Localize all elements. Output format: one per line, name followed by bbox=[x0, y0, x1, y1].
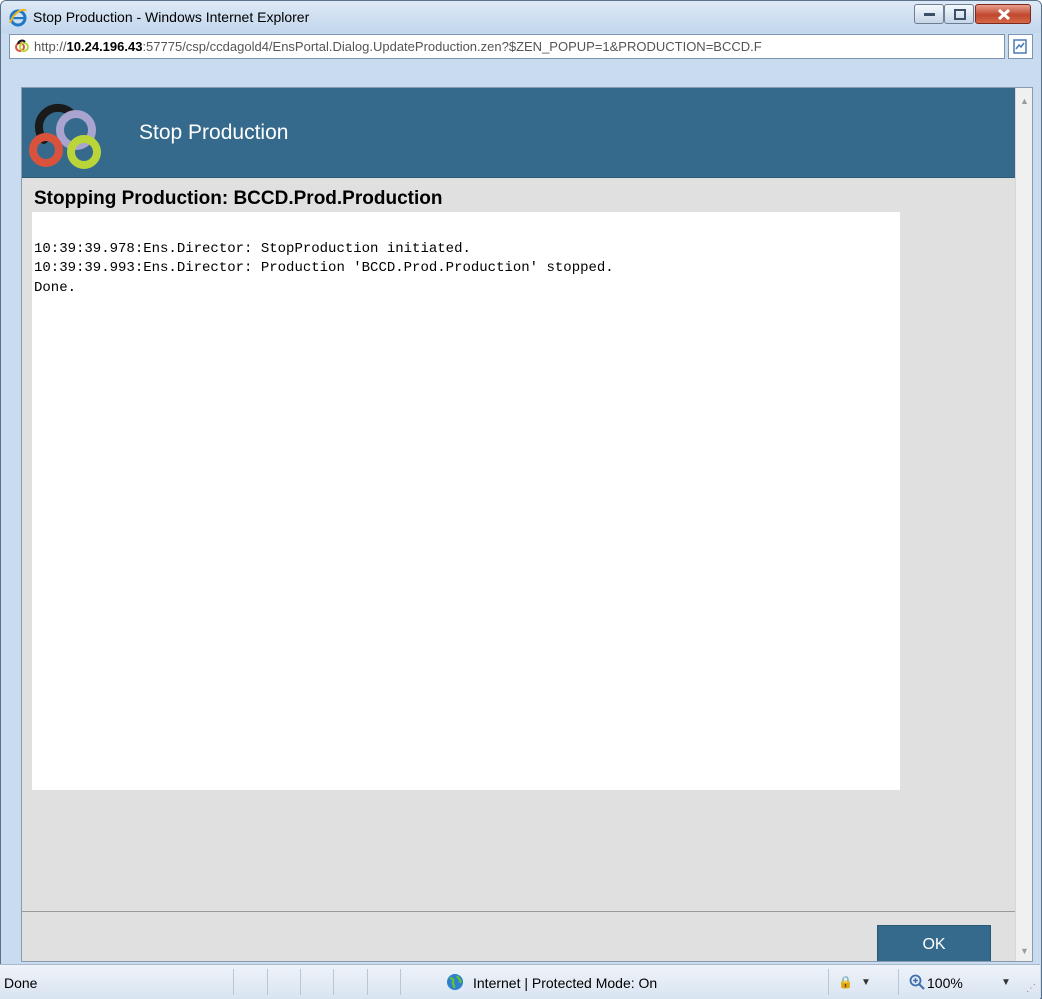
status-divider bbox=[233, 969, 234, 995]
security-zone-text[interactable]: Internet | Protected Mode: On bbox=[473, 975, 657, 991]
address-bar[interactable]: http://10.24.196.43:57775/csp/ccdagold4/… bbox=[9, 34, 1005, 59]
url-host: 10.24.196.43 bbox=[66, 39, 143, 54]
status-text: Done bbox=[4, 975, 38, 991]
close-button[interactable] bbox=[975, 4, 1031, 24]
status-divider bbox=[333, 969, 334, 995]
dialog-footer: OK bbox=[22, 911, 1015, 961]
stopping-production-heading: Stopping Production: BCCD.Prod.Productio… bbox=[34, 188, 443, 209]
maximize-icon bbox=[954, 9, 966, 20]
log-output: 10:39:39.978:Ens.Director: StopProductio… bbox=[32, 212, 900, 790]
compatibility-view-icon bbox=[1013, 39, 1027, 54]
url-path: :57775/csp/ccdagold4/EnsPortal.Dialog.Up… bbox=[142, 39, 762, 54]
minimize-icon bbox=[924, 13, 935, 16]
ok-button[interactable]: OK bbox=[877, 925, 991, 961]
status-divider bbox=[367, 969, 368, 995]
status-divider bbox=[828, 969, 829, 995]
window-title: Stop Production - Windows Internet Explo… bbox=[33, 9, 310, 25]
page-favicon-icon bbox=[15, 39, 29, 52]
status-divider bbox=[267, 969, 268, 995]
dialog-title: Stop Production bbox=[139, 121, 289, 144]
dialog-header: Stop Production bbox=[22, 88, 1015, 178]
log-line: 10:39:39.978:Ens.Director: StopProductio… bbox=[34, 241, 471, 257]
compatibility-view-button[interactable] bbox=[1008, 34, 1033, 59]
scroll-down-icon[interactable]: ▼ bbox=[1020, 946, 1029, 956]
minimize-button[interactable] bbox=[914, 4, 944, 24]
internet-explorer-icon bbox=[9, 8, 27, 27]
url-text[interactable]: http://10.24.196.43:57775/csp/ccdagold4/… bbox=[34, 39, 1000, 54]
protected-mode-icon[interactable]: 🔒 bbox=[838, 975, 853, 989]
status-divider bbox=[898, 969, 899, 995]
status-divider bbox=[300, 969, 301, 995]
chevron-down-icon[interactable]: ▼ bbox=[1001, 977, 1011, 988]
zoom-level[interactable]: 100% bbox=[927, 975, 963, 991]
log-line: 10:39:39.993:Ens.Director: Production 'B… bbox=[34, 260, 614, 276]
scroll-up-icon[interactable]: ▲ bbox=[1020, 96, 1029, 106]
internet-zone-icon bbox=[447, 974, 463, 990]
ensemble-logo bbox=[29, 103, 101, 169]
resize-grip-icon[interactable]: ⋰ bbox=[1026, 983, 1036, 994]
status-divider bbox=[400, 969, 401, 995]
chevron-down-icon[interactable]: ▼ bbox=[861, 977, 871, 988]
zoom-icon bbox=[909, 974, 925, 990]
title-bar[interactable]: Stop Production - Windows Internet Explo… bbox=[1, 1, 1041, 33]
vertical-scrollbar[interactable]: ▲ ▼ bbox=[1015, 88, 1032, 961]
url-prefix: http:// bbox=[34, 39, 67, 54]
status-bar: Done Internet | Protected Mode: On 🔒 ▼ 1… bbox=[0, 964, 1040, 999]
maximize-button[interactable] bbox=[944, 4, 974, 24]
close-icon bbox=[997, 8, 1011, 21]
log-line: Done. bbox=[34, 280, 77, 296]
dialog-page: Stop Production Stopping Production: BCC… bbox=[22, 88, 1015, 961]
